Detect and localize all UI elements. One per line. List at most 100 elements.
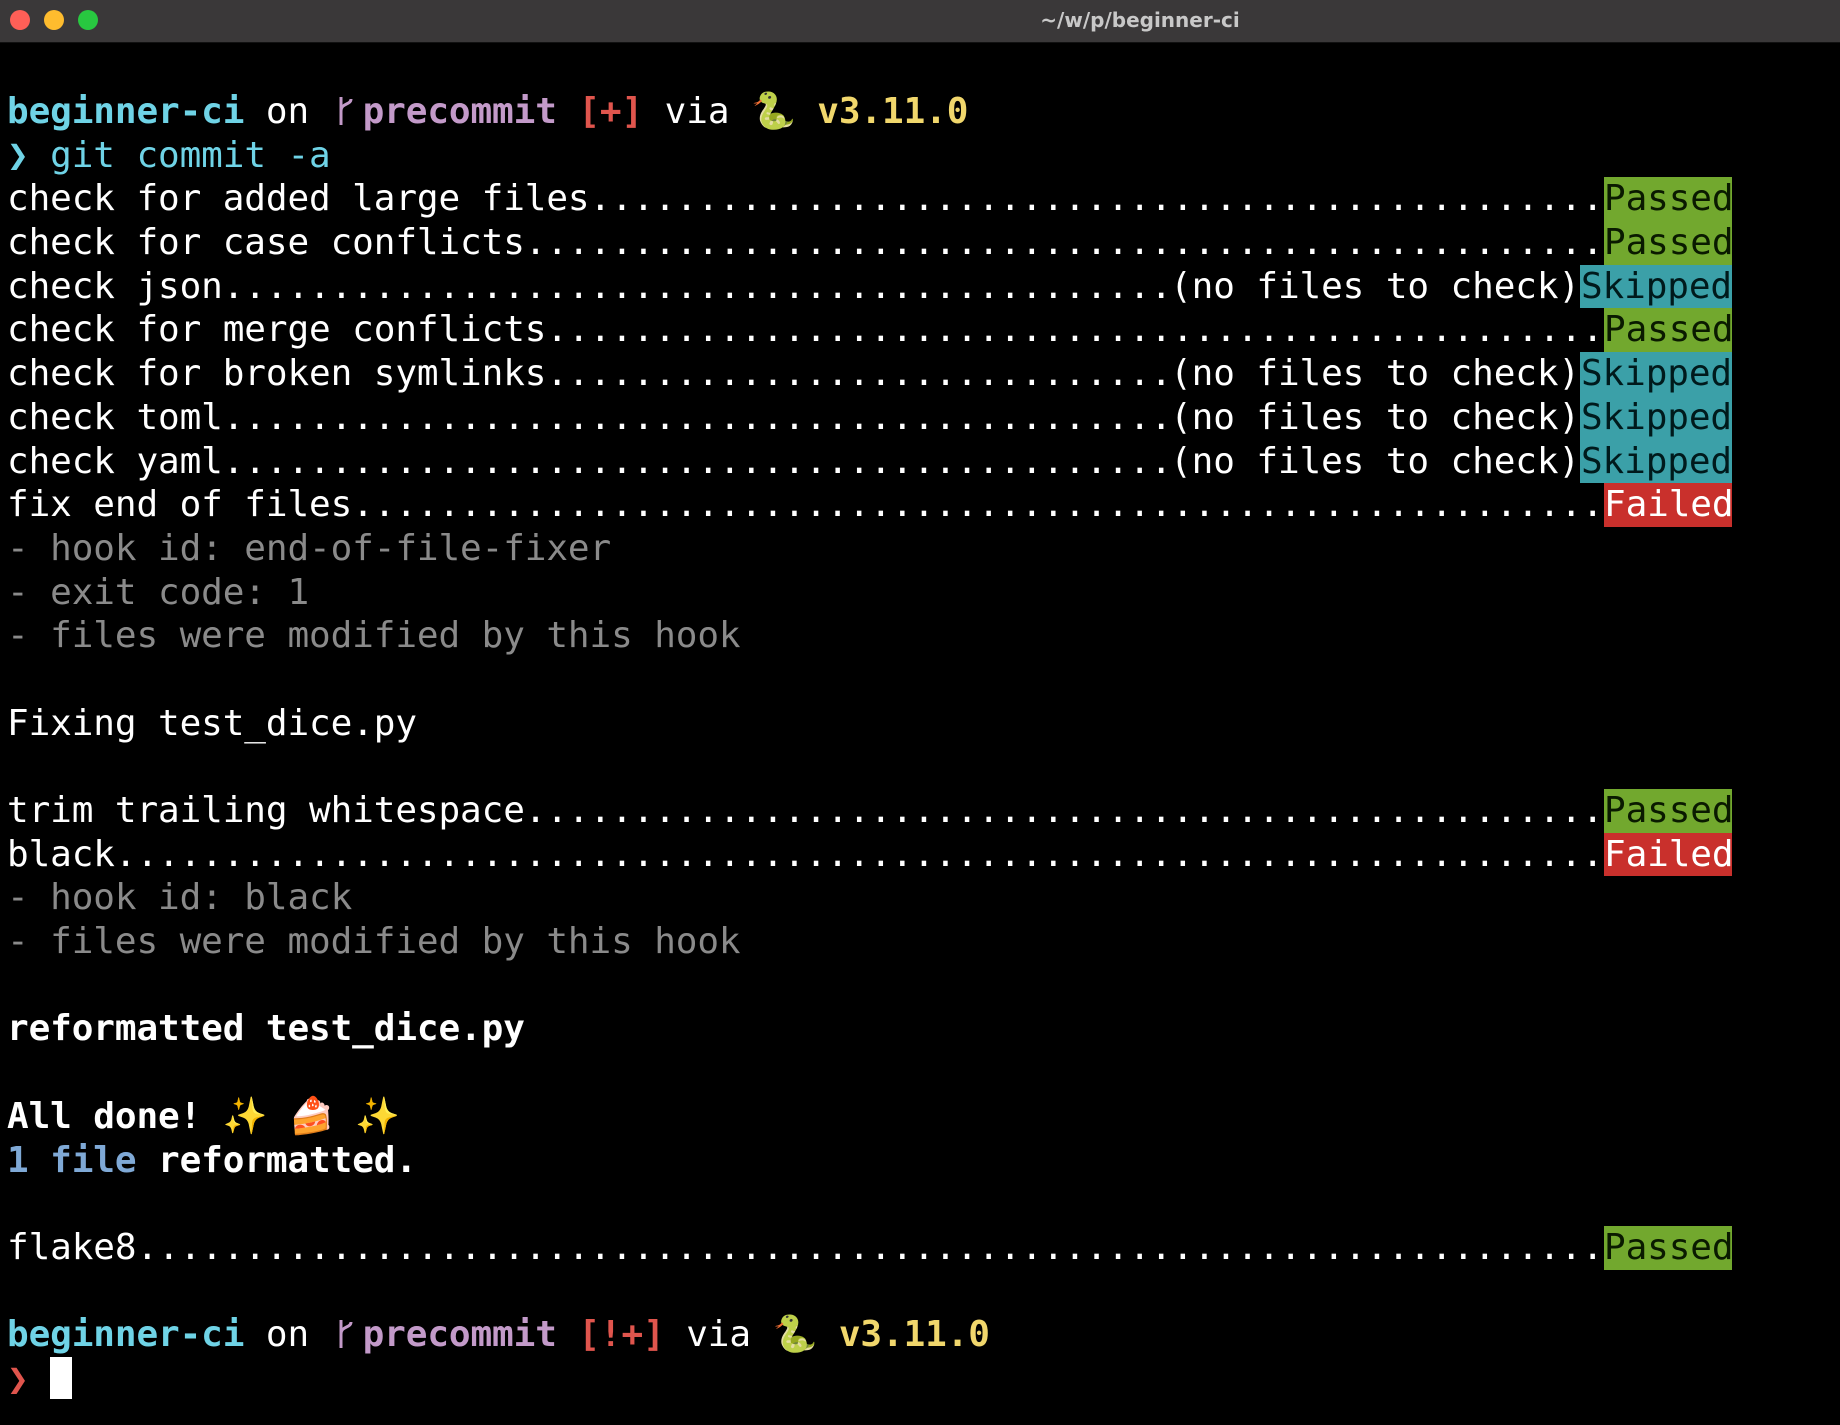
hook-result-row: check for added large files Passed xyxy=(7,177,1734,222)
status-badge: Passed xyxy=(1604,177,1734,222)
prompt-directory: beginner-ci xyxy=(7,91,245,132)
prompt-via-text: via xyxy=(643,91,751,132)
summary-line: 1 file reformatted. xyxy=(7,1139,1840,1183)
status-badge: Skipped xyxy=(1580,395,1732,440)
dot-leader xyxy=(136,1226,1604,1270)
dot-leader xyxy=(223,265,1170,309)
detail-line: - hook id: black xyxy=(7,877,353,919)
prompt-git-status: [!+] xyxy=(578,1314,665,1356)
dot-leader xyxy=(352,483,1604,527)
hook-result-row: trim trailing whitespace Passed xyxy=(7,789,1734,833)
hook-result-row: black Failed xyxy=(7,832,1734,877)
dot-leader xyxy=(590,177,1605,221)
hook-result-row: check for case conflicts Passed xyxy=(7,221,1734,265)
detail-line: - files were modified by this hook xyxy=(7,921,741,963)
eof-fixer-details: - hook id: end-of-file-fixer - exit code… xyxy=(7,527,1840,658)
input-line[interactable]: ❯ xyxy=(7,1356,1840,1401)
hook-name: check for case conflicts xyxy=(7,222,525,264)
hook-note: (no files to check) xyxy=(1170,440,1580,482)
hook-result-row: fix end of files Failed xyxy=(7,483,1734,527)
hook-name: trim trailing whitespace xyxy=(7,790,525,831)
terminal-window: ~/w/p/beginner-ci beginner-ci on precomm… xyxy=(0,0,1840,1425)
hook-result-row: check json (no files to check)Skipped xyxy=(7,264,1732,309)
hook-name: fix end of files xyxy=(7,484,353,526)
python-icon: 🐍 xyxy=(772,1314,818,1356)
prompt-line: beginner-ci on precommit [!+] via 🐍 v3.1… xyxy=(7,1313,1840,1357)
prompt-branch: precommit xyxy=(362,1314,557,1356)
summary-count: 1 file xyxy=(7,1139,137,1181)
sparkles-cake-icon: ✨ 🍰 ✨ xyxy=(222,1095,401,1137)
hook-name: black xyxy=(7,833,115,875)
hook-results-group-3: flake8 Passed xyxy=(7,1225,1840,1270)
reformatted-line: reformatted test_dice.py xyxy=(7,1008,525,1050)
hook-result-row: check yaml (no files to check)Skipped xyxy=(7,439,1732,484)
prompt-on-text: on xyxy=(244,1314,331,1356)
status-badge: Skipped xyxy=(1580,439,1732,484)
hook-result-row: check toml (no files to check)Skipped xyxy=(7,395,1732,440)
hook-result-row: check for merge conflicts Passed xyxy=(7,308,1734,353)
detail-line: - exit code: 1 xyxy=(7,571,310,613)
command-text: git commit -a xyxy=(28,134,331,176)
git-branch-icon xyxy=(339,97,353,125)
hook-name: check toml xyxy=(7,396,223,438)
hook-name: check yaml xyxy=(7,440,223,482)
prompt-chevron-icon: ❯ xyxy=(7,1358,29,1400)
hook-name: check for merge conflicts xyxy=(7,309,547,351)
hook-results-group-1: check for added large filesPassedcheck f… xyxy=(7,177,1840,527)
detail-line: - hook id: end-of-file-fixer xyxy=(7,527,612,569)
prompt-chevron-icon: ❯ xyxy=(7,134,29,176)
black-details: - hook id: black - files were modified b… xyxy=(7,876,1840,963)
prompt-line: beginner-ci on precommit [+] via 🐍 v3.11… xyxy=(7,90,1840,134)
hook-note: (no files to check) xyxy=(1170,396,1580,438)
prompt-branch: precommit xyxy=(362,91,557,132)
prompt-python-version: v3.11.0 xyxy=(838,1314,990,1356)
dot-leader xyxy=(546,352,1170,396)
hook-name: flake8 xyxy=(7,1226,137,1268)
dot-leader xyxy=(115,833,1604,877)
dot-leader xyxy=(223,440,1170,484)
fixing-line: Fixing test_dice.py xyxy=(7,702,417,744)
status-badge: Skipped xyxy=(1580,352,1732,396)
prompt-git-status: [+] xyxy=(578,91,644,132)
python-icon: 🐍 xyxy=(750,91,796,132)
all-done-line: All done! ✨ 🍰 ✨ xyxy=(7,1095,1840,1139)
dot-leader xyxy=(546,308,1604,352)
hook-name: check for broken symlinks xyxy=(7,353,547,395)
dot-leader xyxy=(223,396,1170,440)
status-badge: Skipped xyxy=(1580,264,1732,309)
terminal-output[interactable]: beginner-ci on precommit [+] via 🐍 v3.11… xyxy=(7,90,1840,1401)
summary-rest: reformatted. xyxy=(136,1139,417,1181)
window-title: ~/w/p/beginner-ci xyxy=(1040,8,1240,32)
hook-results-group-2: trim trailing whitespace Passed black Faile… xyxy=(7,789,1840,877)
prompt-python-version: v3.11.0 xyxy=(817,91,969,132)
hook-result-row: flake8 Passed xyxy=(7,1225,1734,1270)
status-badge: Failed xyxy=(1604,832,1734,877)
prompt-directory: beginner-ci xyxy=(7,1314,245,1356)
text-cursor xyxy=(50,1356,73,1399)
hook-name: check json xyxy=(7,265,223,307)
git-branch-icon xyxy=(339,1320,353,1349)
hook-note: (no files to check) xyxy=(1170,353,1580,395)
command-line: ❯ git commit -a xyxy=(7,134,1840,178)
title-bar: ~/w/p/beginner-ci xyxy=(0,0,1840,43)
detail-line: - files were modified by this hook xyxy=(7,615,741,657)
status-badge: Passed xyxy=(1604,789,1734,833)
hook-note: (no files to check) xyxy=(1170,265,1580,307)
all-done-text: All done! xyxy=(7,1095,223,1137)
dot-leader xyxy=(525,789,1604,833)
status-badge: Passed xyxy=(1604,308,1734,353)
status-badge: Passed xyxy=(1604,221,1734,265)
prompt-via-text: via xyxy=(664,1314,773,1356)
dot-leader xyxy=(525,221,1604,265)
hook-name: check for added large files xyxy=(7,178,590,220)
status-badge: Failed xyxy=(1604,483,1734,527)
hook-result-row: check for broken symlinks (no files to ch… xyxy=(7,352,1732,396)
status-badge: Passed xyxy=(1604,1225,1734,1270)
prompt-on-text: on xyxy=(244,91,331,132)
